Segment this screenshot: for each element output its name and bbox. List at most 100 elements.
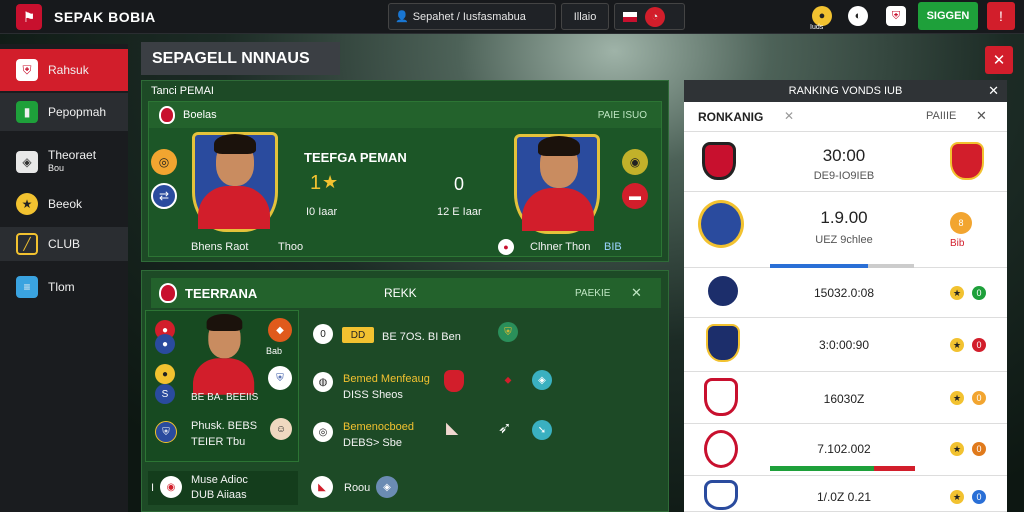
ranking-row[interactable]: 3:0:00:90 ★ 0 bbox=[684, 318, 1007, 372]
team-icon: ● bbox=[155, 334, 175, 354]
swap-icon: ⇄ bbox=[151, 183, 177, 209]
ranking-value: 15032.0:08 bbox=[813, 286, 875, 300]
language-selector[interactable]: ◔ bbox=[614, 3, 685, 30]
ranking-value: 1.9.00 bbox=[820, 208, 868, 227]
sidebar-item-theoraet[interactable]: ◈ Theoraet Bou bbox=[0, 140, 128, 184]
sidebar-item-pepopmah[interactable]: ▮ Pepopmah bbox=[0, 93, 128, 131]
globe-icon: ◈ bbox=[532, 370, 552, 390]
medal-label: Bib bbox=[950, 238, 965, 249]
close-icon[interactable]: ✕ bbox=[976, 108, 987, 124]
team-icon: ⛨ bbox=[155, 421, 177, 443]
login-button[interactable]: SIGGEN bbox=[918, 2, 978, 30]
sidebar-item-label: Pepopmah bbox=[48, 105, 107, 119]
info-icon[interactable]: ◐ bbox=[848, 6, 868, 26]
club-crest-icon[interactable]: ⛨ bbox=[886, 6, 906, 26]
club-crest-icon bbox=[704, 378, 738, 416]
user-icon: 👤 bbox=[395, 11, 409, 23]
shield-icon: ⛨ bbox=[16, 59, 38, 81]
sidebar-item-club[interactable]: ╱ CLUB bbox=[0, 227, 128, 261]
left-player-name: Bhens Raot bbox=[191, 241, 249, 253]
sidebar-item-label: Rahsuk bbox=[48, 63, 89, 77]
chart-icon[interactable]: ◍ bbox=[313, 372, 333, 392]
app-title: SEPAK BOBIA bbox=[54, 9, 156, 25]
club-crest-icon bbox=[702, 142, 736, 180]
menu-button[interactable]: Illaio bbox=[561, 3, 609, 30]
ranking-value: 16030Z bbox=[823, 392, 865, 406]
match-card-right[interactable]: PAIE ISUO bbox=[598, 110, 647, 121]
status-dot-icon: 0 bbox=[972, 286, 986, 300]
sidebar-item-tlom[interactable]: ≡ Tlom bbox=[0, 272, 128, 302]
club-crest-icon bbox=[706, 274, 740, 308]
ranking-value: 3:0:00:90 bbox=[818, 338, 870, 352]
club-icon: ╱ bbox=[16, 233, 38, 255]
trophy-icon: ★ bbox=[16, 193, 38, 215]
player-left-avatar bbox=[198, 134, 270, 229]
sidebar-item-label: Beeok bbox=[48, 197, 83, 211]
clear-icon[interactable]: ✕ bbox=[784, 109, 794, 123]
bird-icon: ➶ bbox=[498, 420, 512, 437]
club-crest-icon bbox=[444, 370, 464, 392]
player-avatar bbox=[193, 314, 255, 395]
ranking-title: RANKING VONDS IUB bbox=[788, 85, 903, 97]
stat-row-2b: DISS Sheos bbox=[343, 389, 403, 401]
coin-label: Iuds bbox=[810, 24, 824, 31]
ranking-row[interactable]: 1.9.00 UEZ 9chlee 8 Bib bbox=[684, 192, 1007, 268]
ranking-sub: DE9-IO9IEB bbox=[813, 170, 875, 182]
ranking-panel: RANKING VONDS IUB ✕ RONKANIG ✕ PAIIIE ✕ … bbox=[684, 80, 1007, 512]
ranking-progress-bottom-fill bbox=[770, 466, 875, 471]
ranking-row[interactable]: 1/.0Z 0.21 ★ 0 bbox=[684, 476, 1007, 512]
ranking-sub-right[interactable]: PAIIIE bbox=[926, 110, 956, 122]
close-icon[interactable]: ✕ bbox=[631, 285, 642, 301]
ranking-sub-left: RONKANIG bbox=[698, 110, 764, 124]
sidebar-item-label: CLUB bbox=[48, 237, 81, 251]
match-card-header: Boelas PAIE ISUO bbox=[149, 102, 661, 128]
club-crest-icon bbox=[704, 480, 738, 510]
sidebar-item-beeok[interactable]: ★ Beeok bbox=[0, 190, 128, 218]
star-icon: ★ bbox=[950, 490, 964, 504]
list-icon: ≡ bbox=[16, 276, 38, 298]
star-icon: ★ bbox=[950, 391, 964, 405]
ranking-row[interactable]: 16030Z ★ 0 bbox=[684, 372, 1007, 424]
star-icon: ★ bbox=[322, 172, 339, 192]
ranking-row[interactable]: 15032.0:08 ★ 0 bbox=[684, 268, 1007, 318]
sort-icon[interactable]: 0 bbox=[313, 324, 333, 344]
star-icon: ★ bbox=[950, 442, 964, 456]
search-value: Sepahet / Iusfasmabua bbox=[412, 10, 526, 23]
ranking-header: RANKING VONDS IUB ✕ bbox=[684, 80, 1007, 102]
stat-row-2a: Bemed Menfeaug bbox=[343, 373, 430, 385]
left-player-extra: Thoo bbox=[278, 241, 304, 253]
footer-index: I bbox=[151, 482, 155, 494]
footer-name: Muse Adioc bbox=[191, 474, 248, 486]
team-panel-right[interactable]: PAEKIE bbox=[575, 288, 610, 299]
target-icon[interactable]: ◎ bbox=[313, 422, 333, 442]
match-panel-title: Tanci PEMAI bbox=[151, 85, 214, 97]
page-title: SEPAGELL NNNAUS bbox=[141, 42, 340, 75]
ranking-row[interactable]: 30:00 DE9-IO9IEB bbox=[684, 132, 1007, 192]
status-dot-icon: 0 bbox=[972, 391, 986, 405]
close-icon[interactable]: ✕ bbox=[988, 83, 999, 99]
app-logo-icon[interactable]: ⚑ bbox=[16, 4, 42, 30]
club-crest-icon bbox=[706, 324, 740, 362]
teams-title: TEEFGA PEMAN bbox=[304, 150, 407, 165]
close-icon[interactable]: ✕ bbox=[985, 46, 1013, 74]
status-dot-icon: 0 bbox=[972, 338, 986, 352]
ranking-row[interactable]: 7.102.002 ★ 0 bbox=[684, 424, 1007, 476]
right-score: 0 bbox=[454, 174, 465, 194]
player-line1: BE BA. BEEIIS bbox=[191, 392, 259, 403]
match-card-title: Boelas bbox=[183, 109, 217, 121]
alert-icon[interactable]: ! bbox=[987, 2, 1015, 30]
badge-icon: ◈ bbox=[16, 151, 38, 173]
sidebar-item-label: Theoraet bbox=[48, 148, 97, 162]
player-right-avatar bbox=[522, 136, 594, 231]
team-panel-header: TEERRANA REKK PAEKIE ✕ bbox=[151, 278, 661, 308]
globe-icon: ◈ bbox=[376, 476, 398, 498]
search-field[interactable]: 👤 Sepahet / Iusfasmabua bbox=[388, 3, 556, 30]
star-icon: ★ bbox=[950, 286, 964, 300]
sidebar-item-rahsuk[interactable]: ⛨ Rahsuk bbox=[0, 49, 128, 91]
shield-icon: ⛨ bbox=[498, 322, 518, 342]
coin-icon[interactable]: ● bbox=[812, 6, 832, 26]
sidebar-item-sublabel: Bou bbox=[48, 163, 65, 173]
star-icon: ★ bbox=[950, 338, 964, 352]
stat-row-1: BE 7OS. BI Ben bbox=[382, 331, 461, 343]
chart-icon: ▮ bbox=[16, 101, 38, 123]
